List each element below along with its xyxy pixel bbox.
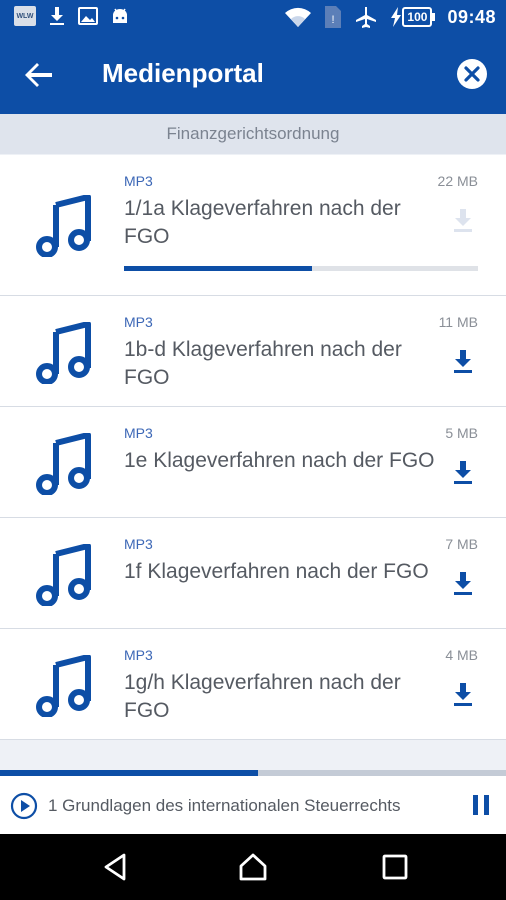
item-title: 1/1a Klageverfahren nach der FGO [124,197,401,248]
item-title: 1g/h Klageverfahren nach der FGO [124,671,401,722]
list-item[interactable]: MP3 4 MB 1g/h Klageverfahren nach der FG… [0,629,506,740]
music-note-icon [36,544,91,606]
download-icon[interactable] [450,681,476,707]
sim-card-icon: ! [325,6,342,28]
wifi-icon [285,7,312,28]
download-progress-fill [124,266,312,271]
charging-icon [391,7,402,27]
download-progress [124,266,478,271]
music-note-icon [36,195,91,257]
download-icon[interactable] [450,570,476,596]
list-item[interactable]: MP3 5 MB 1e Klageverfahren nach der FGO [0,407,506,518]
item-size: 4 MB [445,647,478,663]
system-nav-bar [0,834,506,900]
item-format: MP3 [124,425,153,441]
android-notification-icon [113,8,127,23]
item-size: 22 MB [437,173,478,189]
item-title: 1f Klageverfahren nach der FGO [124,560,429,583]
airplane-mode-icon [356,7,377,28]
music-note-icon [36,655,91,717]
music-note-icon [36,322,91,384]
media-list: MP3 22 MB 1/1a Klageverfahren nach der F… [0,155,506,740]
download-icon[interactable] [450,459,476,485]
download-icon[interactable] [450,348,476,374]
status-bar-system: ! 100 09:48 [284,5,496,29]
now-playing-title: 1 Grundlagen des internationalen Steuerr… [48,796,401,815]
battery-tip [432,13,436,21]
pause-icon[interactable] [470,794,492,816]
item-size: 11 MB [438,314,478,330]
item-format: MP3 [124,647,153,663]
back-arrow-icon[interactable] [22,58,56,92]
nav-home-icon[interactable] [238,852,268,882]
list-item[interactable]: MP3 22 MB 1/1a Klageverfahren nach der F… [0,155,506,296]
section-header: Finanzgerichtsordnung [0,114,506,154]
item-size: 7 MB [445,536,478,552]
page-title: Medienportal [102,58,264,88]
svg-text:!: ! [332,14,335,26]
status-bar: WLW ! 100 09:48 [0,0,506,34]
app-badge-icon: WLW [14,6,36,26]
close-icon[interactable] [456,58,488,90]
nav-back-icon[interactable] [100,852,130,882]
music-note-icon [36,433,91,495]
item-title: 1e Klageverfahren nach der FGO [124,449,435,472]
battery-level: 100 [402,7,433,27]
list-item[interactable]: MP3 11 MB 1b-d Klageverfahren nach der F… [0,296,506,407]
item-title: 1b-d Klageverfahren nach der FGO [124,338,402,389]
status-clock: 09:48 [447,6,496,27]
play-icon[interactable] [10,792,38,820]
nav-recents-icon[interactable] [380,852,410,882]
download-icon [454,209,472,232]
app-bar: Medienportal [0,34,506,114]
download-notification-icon [50,7,64,25]
list-item[interactable]: MP3 7 MB 1f Klageverfahren nach der FGO [0,518,506,629]
battery-indicator: 100 [390,6,436,28]
mini-player: 1 Grundlagen des internationalen Steuerr… [0,776,506,834]
status-bar-notifications: WLW [14,6,130,26]
image-notification-icon [78,7,98,25]
item-format: MP3 [124,536,153,552]
item-format: MP3 [124,173,153,189]
item-size: 5 MB [445,425,478,441]
item-format: MP3 [124,314,153,330]
